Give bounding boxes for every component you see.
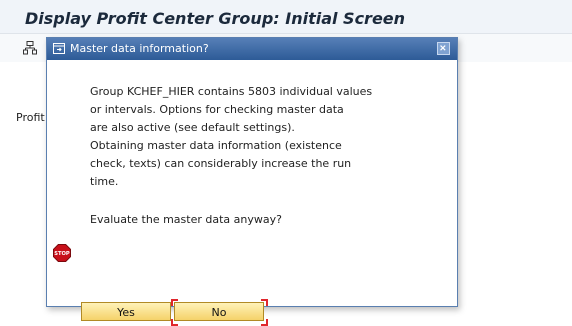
focus-frame-top-right xyxy=(261,299,268,306)
message-line-3: are also active (see default settings). xyxy=(90,121,295,134)
message-line-1: Group KCHEF_HIER contains 5803 individua… xyxy=(90,85,373,98)
message-line-6: time. xyxy=(90,175,119,188)
no-button[interactable]: No xyxy=(174,302,264,321)
message-line-4: Obtaining master data information (exist… xyxy=(90,139,342,152)
dialog-window-icon xyxy=(53,43,65,54)
message-line-5: check, texts) can considerably increase … xyxy=(90,157,352,170)
hierarchy-icon[interactable] xyxy=(23,41,37,55)
dialog-body: Group KCHEF_HIER contains 5803 individua… xyxy=(47,60,457,326)
yes-button[interactable]: Yes xyxy=(81,302,171,321)
stop-icon: STOP xyxy=(53,244,71,262)
dialog-title: Master data information? xyxy=(70,42,209,55)
dialog-header: Master data information? xyxy=(47,38,457,60)
title-bar: Display Profit Center Group: Initial Scr… xyxy=(0,0,572,34)
stop-icon-label: STOP xyxy=(54,251,70,257)
profit-center-group-label: Profit Center Group xyxy=(16,111,46,124)
page-title: Display Profit Center Group: Initial Scr… xyxy=(25,9,406,28)
message-line-2: or intervals. Options for checking maste… xyxy=(90,103,344,116)
focus-frame-top-left xyxy=(171,299,178,306)
close-icon xyxy=(440,45,446,51)
focus-frame-bottom-right xyxy=(261,319,268,326)
close-button[interactable] xyxy=(437,42,450,55)
focus-frame-bottom-left xyxy=(171,319,178,326)
question-text: Evaluate the master data anyway? xyxy=(90,213,282,226)
master-data-dialog: Master data information? Group KCHEF_HIE… xyxy=(46,37,458,326)
